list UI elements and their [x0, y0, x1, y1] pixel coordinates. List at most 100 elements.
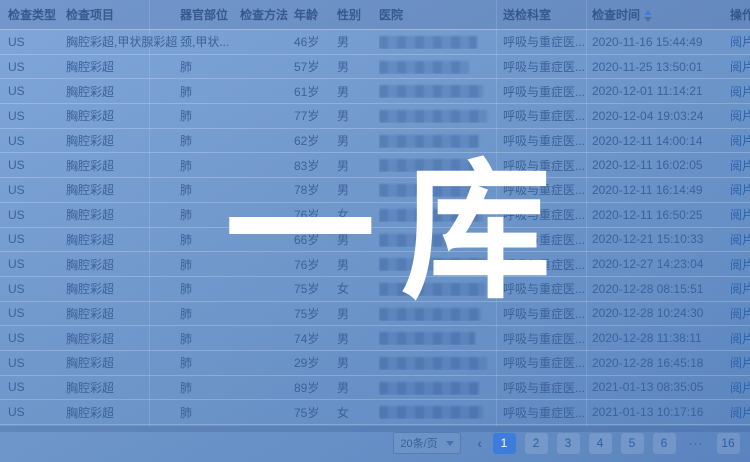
redacted-hospital-block [379, 209, 483, 222]
cell-exam-item: 胸腔彩超 [66, 58, 180, 75]
view-images-link[interactable]: 阅片 [730, 60, 750, 74]
cell-exam-item: 胸腔彩超 [66, 305, 180, 322]
view-images-link[interactable]: 阅片 [730, 381, 750, 395]
chevron-down-icon [446, 441, 454, 446]
cell-exam-type: US [0, 232, 66, 246]
cell-exam-time: 2020-12-11 14:00:14 [592, 134, 730, 148]
cell-age: 29岁 [294, 354, 337, 371]
cell-exam-item: 胸腔彩超 [66, 256, 180, 273]
table-row: US 胸腔彩超 肺 83岁 男 呼吸与重症医... 2020-12-11 16:… [0, 153, 750, 178]
cell-gender: 女 [337, 206, 379, 223]
cell-gender: 男 [337, 354, 379, 371]
table-row: US 胸腔彩超 肺 62岁 男 呼吸与重症医... 2020-12-11 14:… [0, 129, 750, 154]
cell-department: 呼吸与重症医... [503, 132, 592, 149]
sort-carets-icon[interactable] [644, 10, 652, 22]
cell-hospital [379, 84, 503, 98]
table-row: US 胸腔彩超 肺 75岁 女 呼吸与重症医... 2020-12-28 08:… [0, 277, 750, 302]
cell-hospital [379, 331, 503, 345]
view-images-link[interactable]: 阅片 [730, 356, 750, 370]
page-button[interactable]: 1 [493, 433, 516, 454]
cell-department: 呼吸与重症医... [503, 330, 592, 347]
cell-organ: 肺 [180, 83, 240, 100]
col-header-actions: 操作 [730, 6, 750, 23]
table-row: US 胸腔彩超 肺 89岁 男 呼吸与重症医... 2021-01-13 08:… [0, 376, 750, 401]
view-images-link[interactable]: 阅片 [730, 258, 750, 272]
more-pages-button[interactable]: ··· [685, 433, 708, 454]
cell-exam-type: US [0, 158, 66, 172]
cell-department: 呼吸与重症医... [503, 256, 592, 273]
view-images-link[interactable]: 阅片 [730, 208, 750, 222]
page-button[interactable]: 16 [717, 433, 740, 454]
page-button[interactable]: 5 [621, 433, 644, 454]
page-size-value: 20条/页 [400, 435, 437, 451]
view-images-link[interactable]: 阅片 [730, 183, 750, 197]
cell-exam-time: 2020-11-25 13:50:01 [592, 60, 730, 74]
table-row: US 胸腔彩超 肺 66岁 男 呼吸与重症医... 2020-12-21 15:… [0, 228, 750, 253]
redacted-hospital-block [379, 332, 475, 345]
cell-action: 阅片 [730, 181, 750, 198]
cell-exam-type: US [0, 405, 66, 419]
cell-exam-type: US [0, 60, 66, 74]
cell-exam-time: 2020-12-21 15:10:33 [592, 232, 730, 246]
cell-age: 77岁 [294, 107, 337, 124]
cell-hospital [379, 35, 503, 49]
redacted-hospital-block [379, 61, 469, 74]
cell-gender: 男 [337, 132, 379, 149]
page-button[interactable]: 4 [589, 433, 612, 454]
sort-ascending-icon[interactable] [644, 10, 652, 15]
cell-exam-time: 2020-12-28 11:38:11 [592, 331, 730, 345]
view-images-link[interactable]: 阅片 [730, 406, 750, 420]
view-images-link[interactable]: 阅片 [730, 159, 750, 173]
table-row: US 胸腔彩超 肺 77岁 男 呼吸与重症医... 2020-12-04 19:… [0, 104, 750, 129]
col-header-exam-time[interactable]: 检查时间 [592, 6, 730, 23]
cell-age: 66岁 [294, 231, 337, 248]
cell-gender: 男 [337, 330, 379, 347]
cell-action: 阅片 [730, 305, 750, 322]
column-divider [149, 0, 150, 427]
page-button[interactable]: 6 [653, 433, 676, 454]
cell-action: 阅片 [730, 280, 750, 297]
exam-table: 检查类型 检查项目 器官部位 检查方法 年龄 性别 医院 送检科室 检查时间 操… [0, 0, 750, 425]
redacted-hospital-block [379, 234, 489, 247]
table-row: US 胸腔彩超 肺 74岁 男 呼吸与重症医... 2020-12-28 11:… [0, 326, 750, 351]
redacted-hospital-block [379, 159, 475, 172]
cell-organ: 肺 [180, 58, 240, 75]
cell-department: 呼吸与重症医... [503, 231, 592, 248]
cell-department: 呼吸与重症医... [503, 379, 592, 396]
cell-action: 阅片 [730, 231, 750, 248]
cell-action: 阅片 [730, 354, 750, 371]
cell-age: 75岁 [294, 404, 337, 421]
view-images-link[interactable]: 阅片 [730, 282, 750, 296]
cell-department: 呼吸与重症医... [503, 305, 592, 322]
view-images-link[interactable]: 阅片 [730, 35, 750, 49]
cell-exam-item: 胸腔彩超 [66, 181, 180, 198]
view-images-link[interactable]: 阅片 [730, 85, 750, 99]
cell-exam-time: 2020-12-11 16:50:25 [592, 208, 730, 222]
view-images-link[interactable]: 阅片 [730, 134, 750, 148]
page-button[interactable]: 2 [525, 433, 548, 454]
view-images-link[interactable]: 阅片 [730, 332, 750, 346]
prev-page-button[interactable]: ‹ [477, 433, 482, 454]
cell-action: 阅片 [730, 379, 750, 396]
cell-gender: 男 [337, 33, 379, 50]
page-button[interactable]: 3 [557, 433, 580, 454]
page-size-select[interactable]: 20条/页 [393, 432, 461, 454]
cell-exam-item: 胸腔彩超 [66, 280, 180, 297]
cell-exam-item: 胸腔彩超 [66, 330, 180, 347]
page-buttons: 1 2 3 4 5 6 ··· 16 [488, 433, 744, 454]
cell-exam-type: US [0, 35, 66, 49]
cell-gender: 女 [337, 404, 379, 421]
redacted-hospital-block [379, 36, 477, 49]
cell-gender: 男 [337, 157, 379, 174]
column-divider [496, 0, 497, 427]
cell-exam-time: 2021-01-13 08:35:05 [592, 380, 730, 394]
cell-gender: 男 [337, 256, 379, 273]
sort-descending-icon[interactable] [644, 17, 652, 22]
cell-department: 呼吸与重症医... [503, 354, 592, 371]
col-header-method: 检查方法 [240, 6, 294, 23]
view-images-link[interactable]: 阅片 [730, 307, 750, 321]
cell-hospital [379, 232, 503, 246]
view-images-link[interactable]: 阅片 [730, 233, 750, 247]
cell-organ: 肺 [180, 280, 240, 297]
view-images-link[interactable]: 阅片 [730, 109, 750, 123]
